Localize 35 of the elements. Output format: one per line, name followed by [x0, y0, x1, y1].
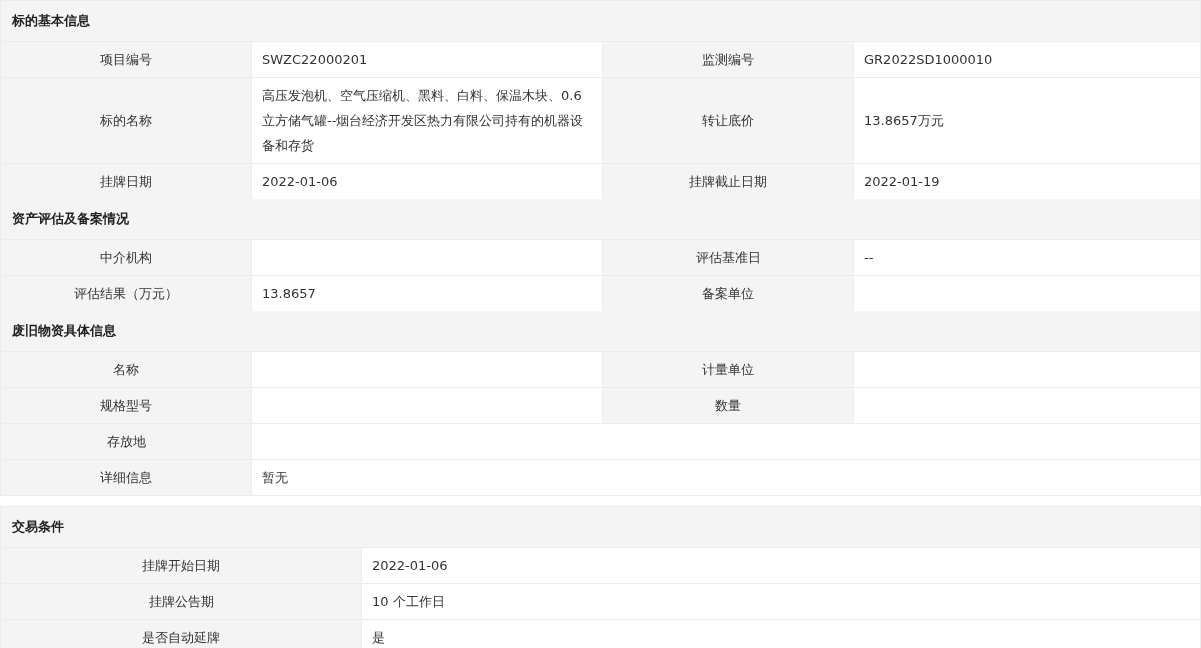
field-label: 评估结果（万元）: [1, 276, 251, 311]
field-label: 挂牌开始日期: [1, 548, 361, 583]
field-label: 备案单位: [603, 276, 853, 311]
field-label: 监测编号: [603, 42, 853, 77]
field-value: 10 个工作日: [362, 584, 1200, 619]
field-label: 项目编号: [1, 42, 251, 77]
field-label: 详细信息: [1, 460, 251, 495]
field-value: GR2022SD1000010: [854, 42, 1200, 77]
section-title: 资产评估及备案情况: [11, 210, 130, 228]
field-value: SWZC22000201: [252, 42, 602, 77]
field-label: 转让底价: [603, 78, 853, 163]
field-label: 数量: [603, 388, 853, 423]
section-title: 废旧物资具体信息: [11, 322, 117, 340]
section-title: 交易条件: [11, 518, 65, 536]
field-label: 是否自动延牌: [1, 620, 361, 648]
field-label: 标的名称: [1, 78, 251, 163]
field-value: --: [854, 240, 1200, 275]
field-value: 是: [362, 620, 1200, 648]
field-value: 13.8657: [252, 276, 602, 311]
field-label: 存放地: [1, 424, 251, 459]
field-value: 高压发泡机、空气压缩机、黑料、白料、保温木块、0.6立方储气罐--烟台经济开发区热力有限公司持有的机器设备和存货: [252, 78, 602, 163]
field-label: 评估基准日: [603, 240, 853, 275]
field-value: 13.8657万元: [854, 78, 1200, 163]
field-label: 挂牌日期: [1, 164, 251, 199]
section-title: 标的基本信息: [11, 12, 91, 30]
field-label: 名称: [1, 352, 251, 387]
field-value: 2022-01-06: [252, 164, 602, 199]
field-label: 挂牌公告期: [1, 584, 361, 619]
field-label: 挂牌截止日期: [603, 164, 853, 199]
field-label: 计量单位: [603, 352, 853, 387]
field-label: 中介机构: [1, 240, 251, 275]
field-value: 2022-01-06: [362, 548, 1200, 583]
field-value: 暂无: [252, 460, 1200, 495]
field-value: 2022-01-19: [854, 164, 1200, 199]
field-label: 规格型号: [1, 388, 251, 423]
